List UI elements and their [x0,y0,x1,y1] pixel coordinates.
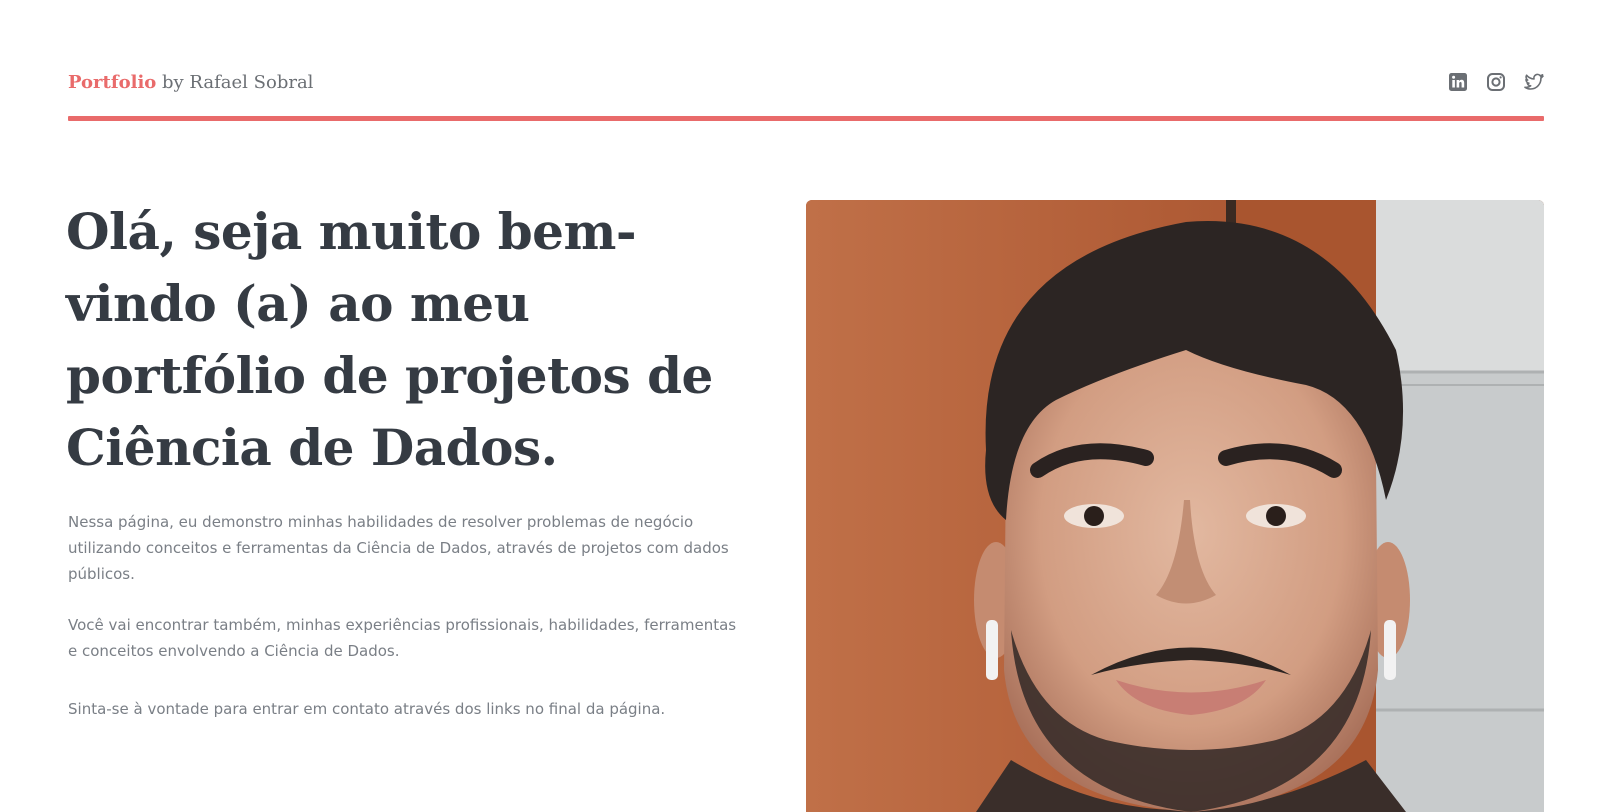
brand-accent: Portfolio [68,72,157,93]
hero-paragraph-3: Sinta-se à vontade para entrar em contat… [68,700,666,718]
linkedin-icon[interactable] [1448,72,1468,92]
hero-paragraph-2: Você vai encontrar também, minhas experi… [68,616,737,660]
hero-title: Olá, seja muito bem-vindo (a) ao meu por… [66,202,713,477]
brand-link[interactable]: Portfolio by Rafael Sobral [68,72,313,93]
site-header: Portfolio by Rafael Sobral [68,58,1544,120]
header-divider [68,116,1544,121]
social-links [1448,72,1544,92]
brand-author: by Rafael Sobral [156,72,314,93]
instagram-icon[interactable] [1486,72,1506,92]
hero-paragraph-1: Nessa página, eu demonstro minhas habili… [68,513,729,583]
profile-photo [806,200,1544,812]
twitter-icon[interactable] [1524,72,1544,92]
